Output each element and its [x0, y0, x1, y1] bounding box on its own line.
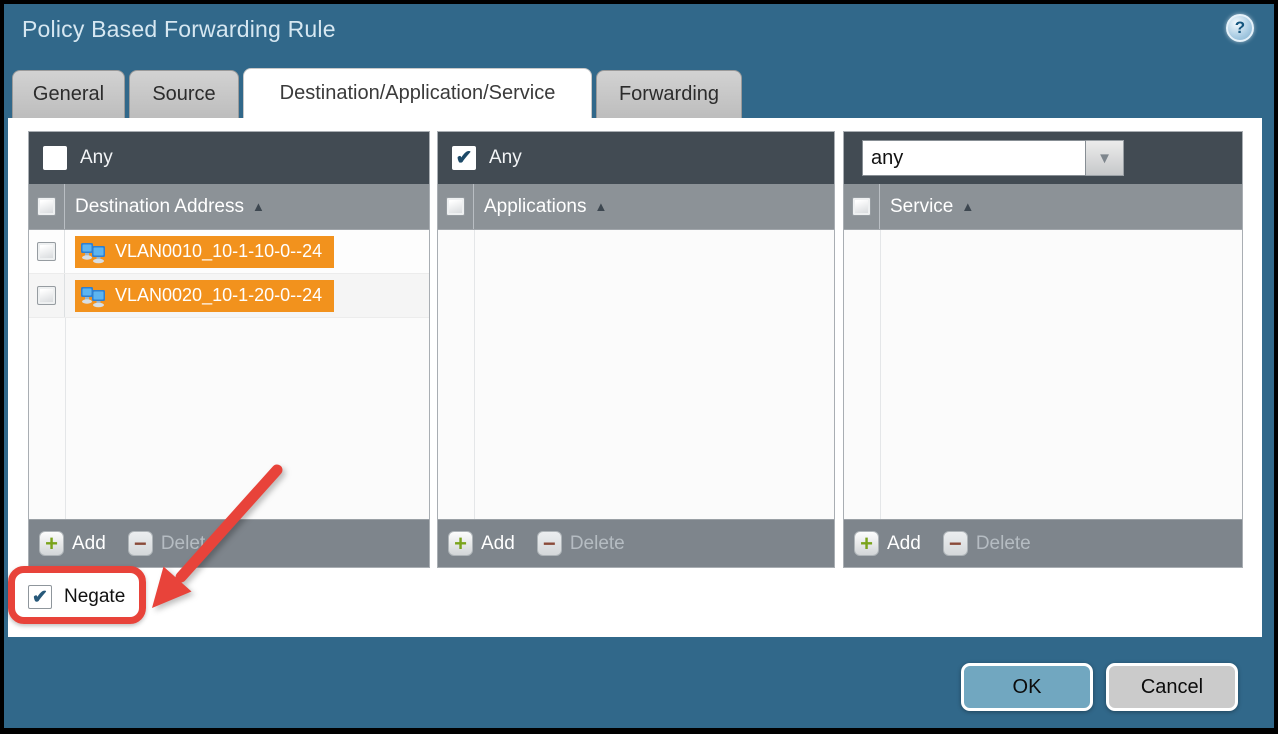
sort-ascending-icon[interactable]: ▲	[252, 199, 265, 214]
destination-any-checkbox[interactable]	[43, 146, 67, 170]
address-object-label: VLAN0020_10-1-20-0--24	[115, 285, 322, 306]
help-icon[interactable]: ?	[1226, 14, 1254, 42]
applications-any-checkbox[interactable]: ✔	[452, 146, 476, 170]
delete-icon: −	[128, 531, 153, 556]
add-button[interactable]: + Add	[448, 531, 515, 556]
delete-button[interactable]: − Delete	[537, 531, 625, 556]
destination-any-label: Any	[80, 147, 113, 169]
applications-any-label: Any	[489, 147, 522, 169]
destination-footer: + Add − Delete	[29, 519, 429, 567]
add-icon: +	[39, 531, 64, 556]
service-list	[844, 230, 1242, 519]
table-row[interactable]: VLAN0020_10-1-20-0--24	[29, 274, 429, 318]
applications-list	[438, 230, 834, 519]
service-column-header: Service ▲	[844, 184, 1242, 230]
screenshot-root: { "window": { "title": "Policy Based For…	[0, 0, 1278, 734]
table-row[interactable]: VLAN0010_10-1-10-0--24	[29, 230, 429, 274]
destination-panel: Any Destination Address ▲	[28, 131, 430, 568]
add-button[interactable]: + Add	[854, 531, 921, 556]
add-button[interactable]: + Add	[39, 531, 106, 556]
address-object-label: VLAN0010_10-1-10-0--24	[115, 241, 322, 262]
service-dropdown[interactable]: any ▼	[862, 140, 1124, 176]
applications-footer: + Add − Delete	[438, 519, 834, 567]
service-dropdown-value[interactable]: any	[862, 140, 1086, 176]
service-column-label[interactable]: Service	[890, 196, 953, 218]
tab-label: Forwarding	[619, 83, 719, 106]
delete-icon: −	[943, 531, 968, 556]
tab-label: Source	[152, 83, 215, 106]
applications-select-all-checkbox[interactable]	[446, 197, 465, 216]
tab-bar: General Source Destination/Application/S…	[4, 68, 1274, 118]
destination-any-bar: Any	[29, 132, 429, 184]
check-icon: ✔	[456, 148, 473, 168]
tab-general[interactable]: General	[12, 70, 125, 118]
address-object-chip[interactable]: VLAN0010_10-1-10-0--24	[75, 236, 334, 268]
negate-checkbox[interactable]: ✔	[28, 585, 52, 609]
row-checkbox[interactable]	[37, 286, 56, 305]
negate-row: ✔ Negate	[28, 585, 125, 609]
destination-column-label[interactable]: Destination Address	[75, 196, 244, 218]
row-checkbox[interactable]	[37, 242, 56, 261]
tab-destination-application-service[interactable]: Destination/Application/Service	[243, 68, 592, 118]
sort-ascending-icon[interactable]: ▲	[594, 199, 607, 214]
applications-panel: ✔ Any Applications ▲ + Add − Delete	[437, 131, 835, 568]
ok-button[interactable]: OK	[961, 663, 1093, 711]
address-group-icon	[80, 284, 108, 308]
applications-column-label[interactable]: Applications	[484, 196, 586, 218]
chevron-down-icon[interactable]: ▼	[1086, 140, 1124, 176]
delete-button[interactable]: − Delete	[943, 531, 1031, 556]
check-icon: ✔	[32, 588, 48, 607]
tab-forwarding[interactable]: Forwarding	[596, 70, 742, 118]
tab-label: General	[33, 83, 104, 106]
sort-ascending-icon[interactable]: ▲	[961, 199, 974, 214]
address-group-icon	[80, 240, 108, 264]
help-glyph: ?	[1235, 18, 1245, 38]
tab-content: Any Destination Address ▲	[8, 118, 1262, 637]
destination-column-header: Destination Address ▲	[29, 184, 429, 230]
add-icon: +	[854, 531, 879, 556]
service-dropdown-bar: any ▼	[844, 132, 1242, 184]
tab-label: Destination/Application/Service	[280, 82, 556, 105]
cancel-button[interactable]: Cancel	[1106, 663, 1238, 711]
applications-any-bar: ✔ Any	[438, 132, 834, 184]
delete-button[interactable]: − Delete	[128, 531, 216, 556]
address-object-chip[interactable]: VLAN0020_10-1-20-0--24	[75, 280, 334, 312]
negate-label: Negate	[64, 586, 125, 608]
applications-column-header: Applications ▲	[438, 184, 834, 230]
service-select-all-checkbox[interactable]	[852, 197, 871, 216]
service-footer: + Add − Delete	[844, 519, 1242, 567]
policy-dialog: Policy Based Forwarding Rule ? General S…	[4, 4, 1274, 728]
dialog-title: Policy Based Forwarding Rule	[22, 16, 336, 43]
destination-list: VLAN0010_10-1-10-0--24	[29, 230, 429, 519]
tab-source[interactable]: Source	[129, 70, 239, 118]
service-panel: any ▼ Service ▲ + Add − Delete	[843, 131, 1243, 568]
delete-icon: −	[537, 531, 562, 556]
destination-select-all-checkbox[interactable]	[37, 197, 56, 216]
add-icon: +	[448, 531, 473, 556]
